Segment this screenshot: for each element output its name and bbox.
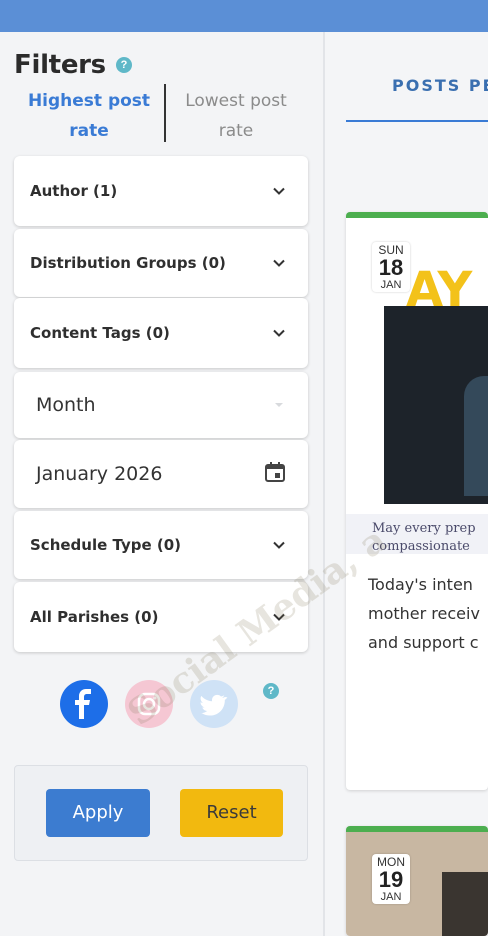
- chevron-down-icon: [272, 610, 286, 624]
- filters-title: Filters: [14, 50, 106, 80]
- caret-down-icon: [272, 398, 286, 412]
- post-text: Today's inten mother receiv and support …: [368, 570, 480, 657]
- post-date: 18: [378, 255, 404, 280]
- distribution-groups-label: Distribution Groups (0): [30, 254, 226, 272]
- author-filter-dropdown[interactable]: Author (1): [14, 156, 308, 226]
- period-select-value: Month: [36, 394, 96, 416]
- top-bar: [0, 0, 488, 32]
- post-image: [384, 306, 488, 504]
- reset-button[interactable]: Reset: [180, 789, 283, 837]
- all-parishes-label: All Parishes (0): [30, 608, 159, 626]
- all-parishes-dropdown[interactable]: All Parishes (0): [14, 582, 308, 652]
- active-tab-underline: [346, 120, 488, 122]
- sort-tab-label: Lowest post rate: [185, 91, 287, 141]
- post-date: 19: [378, 867, 404, 892]
- sort-divider: [164, 84, 166, 142]
- content-tags-label: Content Tags (0): [30, 324, 170, 342]
- post-caption: May every prep compassionate: [372, 520, 488, 556]
- question-circle-icon[interactable]: ?: [116, 57, 132, 73]
- apply-button[interactable]: Apply: [46, 789, 150, 837]
- social-network-filter: [60, 680, 290, 730]
- post-text-line: Today's inten: [368, 575, 473, 594]
- post-image-detail: [442, 872, 488, 936]
- period-select[interactable]: Month: [14, 372, 308, 438]
- month-date-value: January 2026: [36, 463, 163, 485]
- schedule-type-dropdown[interactable]: Schedule Type (0): [14, 511, 308, 579]
- caption-line: May every prep: [372, 521, 476, 536]
- post-date-chip: MON 19 JAN: [372, 854, 410, 904]
- content-tags-dropdown[interactable]: Content Tags (0): [14, 298, 308, 368]
- sort-highest-post-rate-tab[interactable]: Highest post rate: [24, 86, 154, 146]
- schedule-type-label: Schedule Type (0): [30, 536, 182, 554]
- post-date-chip: SUN 18 JAN: [372, 242, 410, 292]
- question-circle-icon[interactable]: ?: [263, 683, 279, 699]
- calendar-icon[interactable]: [264, 461, 286, 488]
- post-month: JAN: [380, 891, 402, 903]
- chevron-down-icon: [272, 326, 286, 340]
- month-date-input[interactable]: January 2026: [14, 440, 308, 508]
- post-banner-text: AY: [406, 262, 472, 318]
- chevron-down-icon: [272, 256, 286, 270]
- author-filter-label: Author (1): [30, 182, 118, 200]
- twitter-icon[interactable]: [190, 680, 238, 728]
- tab-posts-per[interactable]: POSTS PE: [392, 76, 488, 95]
- facebook-icon[interactable]: [60, 680, 108, 728]
- post-image-figure: [464, 376, 488, 496]
- distribution-groups-dropdown[interactable]: Distribution Groups (0): [14, 229, 308, 297]
- post-image: [346, 832, 488, 936]
- post-text-line: mother receiv: [368, 604, 480, 623]
- sort-lowest-post-rate-tab[interactable]: Lowest post rate: [170, 86, 302, 146]
- caption-line: compassionate: [372, 539, 470, 554]
- post-text-line: and support c: [368, 633, 479, 652]
- sort-tab-label: Highest post rate: [27, 91, 151, 141]
- chevron-down-icon: [272, 538, 286, 552]
- post-card[interactable]: AY SUN 18 JAN May every prep compassiona…: [346, 212, 488, 790]
- post-card[interactable]: MON 19 JAN: [346, 826, 488, 936]
- chevron-down-icon: [272, 184, 286, 198]
- post-month: JAN: [380, 279, 402, 291]
- instagram-icon[interactable]: [125, 680, 173, 728]
